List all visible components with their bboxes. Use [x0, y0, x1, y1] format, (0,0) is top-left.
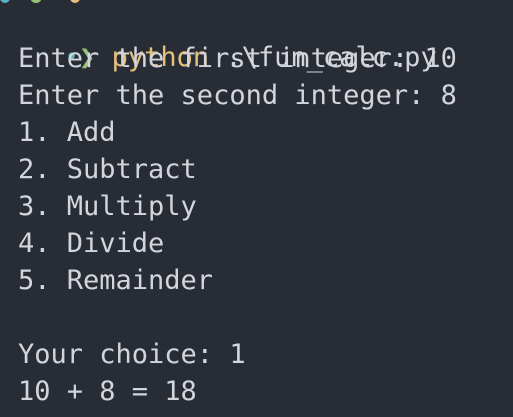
terminal-window[interactable]: •❯ python .\fun_calc.py Enter the first … — [0, 0, 513, 417]
output-line-first-integer: Enter the first integer: 10 — [18, 43, 457, 74]
menu-option-subtract: 2. Subtract — [18, 154, 197, 185]
output-line-second-integer: Enter the second integer: 8 — [18, 80, 457, 111]
output-line-choice: Your choice: 1 — [18, 339, 246, 370]
menu-option-remainder: 5. Remainder — [18, 265, 214, 296]
menu-option-add: 1. Add — [18, 117, 116, 148]
menu-option-multiply: 3. Multiply — [18, 191, 197, 222]
menu-option-divide: 4. Divide — [18, 228, 165, 259]
output-line-result: 10 + 8 = 18 — [18, 376, 197, 407]
prompt-line: •❯ python .\fun_calc.py — [0, 4, 437, 73]
